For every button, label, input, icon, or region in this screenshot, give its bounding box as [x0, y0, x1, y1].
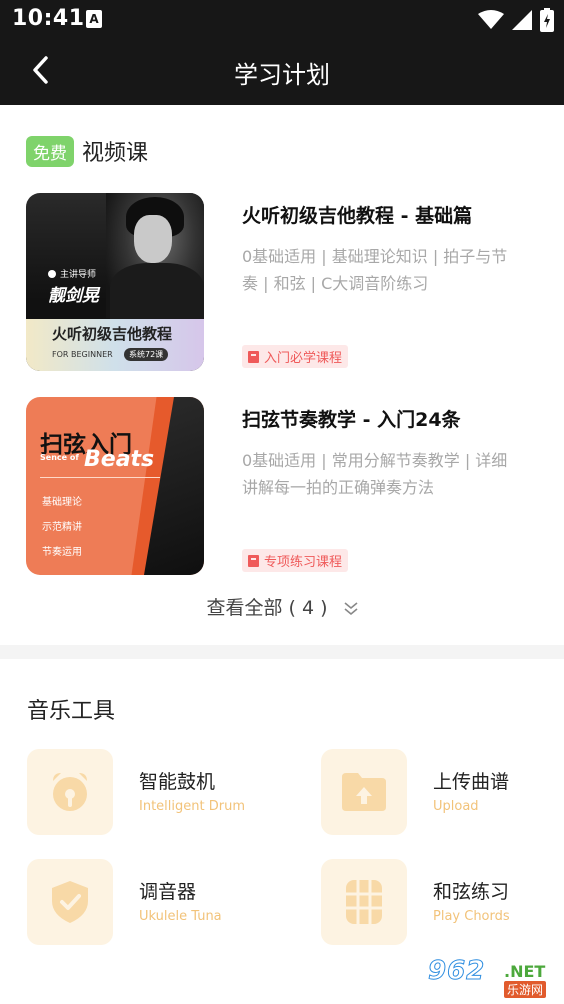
course-description: 0基础适用 | 常用分解节奏教学 | 详细讲解每一拍的正确弹奏方法	[242, 451, 508, 497]
tool-drum-machine[interactable]: 智能鼓机 Intelligent Drum	[27, 749, 267, 835]
course-tag: 专项练习课程	[242, 549, 349, 572]
battery-icon	[540, 8, 554, 32]
course-title: 扫弦节奏教学 - 入门24条	[242, 409, 461, 431]
signal-icon	[512, 10, 532, 30]
teacher-body	[110, 263, 204, 323]
tool-icon-box	[27, 749, 113, 835]
view-all-label: 查看全部 ( 4 )	[206, 597, 328, 619]
course-item[interactable]: 扫弦入门 Sence of Beats 基础理论 示范精讲 节奏运用 扫弦节奏教…	[26, 397, 538, 575]
course-title: 火听初级吉他教程 - 基础篇	[242, 205, 473, 227]
watermark-net: .NET	[504, 962, 546, 981]
course-description: 0基础适用 | 基础理论知识 | 拍子与节奏 | 和弦 | C大调音阶练习	[242, 247, 508, 293]
tool-english-name: Upload	[433, 799, 479, 814]
wifi-icon	[478, 10, 504, 29]
thumb-subtitle: FOR BEGINNER	[52, 350, 113, 359]
tool-icon-box	[27, 859, 113, 945]
music-tools-section: 音乐工具 智能鼓机 Intelligent Drum 上传曲谱 Upload 调…	[0, 659, 564, 1004]
watermark-number: 962	[427, 956, 486, 987]
tool-english-name: Intelligent Drum	[139, 799, 245, 814]
course-thumbnail: 主讲导师 靓剑晃 火听初级吉他教程 FOR BEGINNER 系统72课	[26, 193, 204, 371]
top-bar: 10:41 A 学习计划	[0, 0, 564, 105]
tool-english-name: Ukulele Tuna	[139, 909, 222, 924]
notification-icon: A	[86, 10, 102, 28]
section-title: 视频课	[82, 141, 149, 166]
tools-section-title: 音乐工具	[27, 699, 116, 724]
thumb-subtitle: Sence of	[40, 453, 79, 462]
thumb-item: 基础理论	[42, 497, 82, 508]
course-thumbnail: 扫弦入门 Sence of Beats 基础理论 示范精讲 节奏运用	[26, 397, 204, 575]
thumb-item: 示范精讲	[42, 522, 82, 533]
tuner-icon	[52, 881, 88, 923]
teacher-face	[134, 215, 172, 263]
drum-machine-icon	[53, 773, 87, 811]
course-tag-label: 入门必学课程	[264, 351, 343, 366]
tool-chords[interactable]: 和弦练习 Play Chords	[321, 859, 561, 945]
teacher-label: 主讲导师	[48, 267, 96, 280]
person-icon	[48, 269, 56, 278]
teacher-label-text: 主讲导师	[60, 270, 97, 280]
thumb-pill: 系统72课	[124, 348, 169, 361]
view-all-button[interactable]: 查看全部 ( 4 )	[0, 593, 564, 620]
course-item[interactable]: 主讲导师 靓剑晃 火听初级吉他教程 FOR BEGINNER 系统72课 火听初…	[26, 193, 538, 371]
thumb-banner: 火听初级吉他教程 FOR BEGINNER 系统72课	[26, 319, 204, 371]
tool-name: 上传曲谱	[433, 771, 510, 793]
thumb-title: 火听初级吉他教程	[52, 325, 173, 343]
watermark-cn: 乐游网	[504, 981, 547, 998]
watermark-logo: 962 .NET 乐游网	[424, 956, 560, 1000]
tool-icon-box	[321, 749, 407, 835]
tool-name: 智能鼓机	[139, 771, 216, 793]
chord-grid-icon	[346, 880, 382, 924]
thumb-item: 节奏运用	[42, 547, 82, 558]
thumb-beats: Beats	[84, 447, 155, 472]
upload-folder-icon	[342, 773, 386, 811]
tool-tuner[interactable]: 调音器 Ukulele Tuna	[27, 859, 267, 945]
page-title: 学习计划	[234, 61, 330, 89]
double-chevron-down-icon	[344, 601, 358, 615]
tool-name: 调音器	[139, 881, 197, 903]
status-time: 10:41	[12, 6, 85, 31]
thumb-divider	[40, 477, 160, 478]
tool-upload[interactable]: 上传曲谱 Upload	[321, 749, 561, 835]
video-course-section: 免费 视频课 主讲导师 靓剑晃 火听初级吉他教程 FOR BEGINNER 系统…	[0, 105, 564, 645]
book-icon	[248, 554, 259, 567]
free-badge: 免费	[26, 135, 74, 167]
course-tag: 入门必学课程	[242, 345, 349, 368]
tool-english-name: Play Chords	[433, 909, 510, 924]
course-tag-label: 专项练习课程	[264, 555, 343, 570]
teacher-name: 靓剑晃	[48, 286, 99, 306]
video-section-header: 免费 视频课	[26, 135, 148, 167]
book-icon	[248, 350, 259, 363]
tool-name: 和弦练习	[433, 881, 510, 903]
tool-icon-box	[321, 859, 407, 945]
status-icons	[478, 8, 554, 32]
